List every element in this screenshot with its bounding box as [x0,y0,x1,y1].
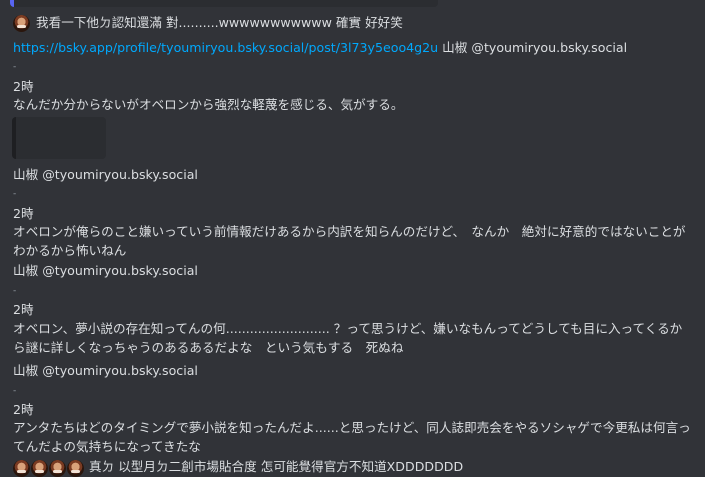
previous-embed-bottom [10,0,438,7]
post-time: 2時 [13,206,34,221]
separator-dash: - [13,62,17,72]
message-link-row: https://bsky.app/profile/tyoumiryou.bsky… [13,39,627,56]
reaction-message: 真ㄉ 以型月ㄉ二創市場貼合度 怎可能覺得官方不知道XDDDDDDD [13,458,463,477]
post-body: アンタたちはどのタイミングで夢小説を知ったんだよ......と思ったけど、同人誌… [13,420,691,454]
message-text: 我看一下他ㄉ認知還滿 對..........wwwwwwwwwww 確實 好好笑 [36,15,403,30]
user-avatar-icon[interactable] [49,459,66,477]
user-avatar-icon[interactable] [31,459,48,477]
post-author: 山椒 @tyoumiryou.bsky.social [13,363,198,378]
post-body: なんだか分からないがオベロンから強烈な軽蔑を感じる、気がする。 [13,97,404,112]
post-time: 2時 [13,302,34,317]
post-author: 山椒 @tyoumiryou.bsky.social [13,167,198,182]
post-body: オベロン、夢小説の存在知ってんの何.......................… [13,321,683,355]
avatar-group [13,459,85,477]
post-time: 2時 [13,79,34,94]
post-link[interactable]: https://bsky.app/profile/tyoumiryou.bsky… [13,40,438,55]
post-author: 山椒 @tyoumiryou.bsky.social [13,263,198,278]
reaction-message: 我看一下他ㄉ認知還滿 對..........wwwwwwwwwww 確實 好好笑 [13,14,403,32]
post-time: 2時 [13,402,34,417]
link-embed[interactable] [12,117,106,159]
user-avatar-icon[interactable] [67,459,84,477]
user-avatar-icon[interactable] [13,459,30,477]
separator-dash: - [13,189,17,199]
separator-dash: - [13,286,17,296]
post-author: 山椒 @tyoumiryou.bsky.social [442,40,628,55]
message-text: 真ㄉ 以型月ㄉ二創市場貼合度 怎可能覺得官方不知道XDDDDDDD [89,459,464,474]
post-body: オベロンが俺らのこと嫌いっていう前情報だけあるから内訳を知らんのだけど、 なんか… [13,224,686,258]
user-avatar-icon[interactable] [13,15,30,32]
separator-dash: - [13,386,17,396]
